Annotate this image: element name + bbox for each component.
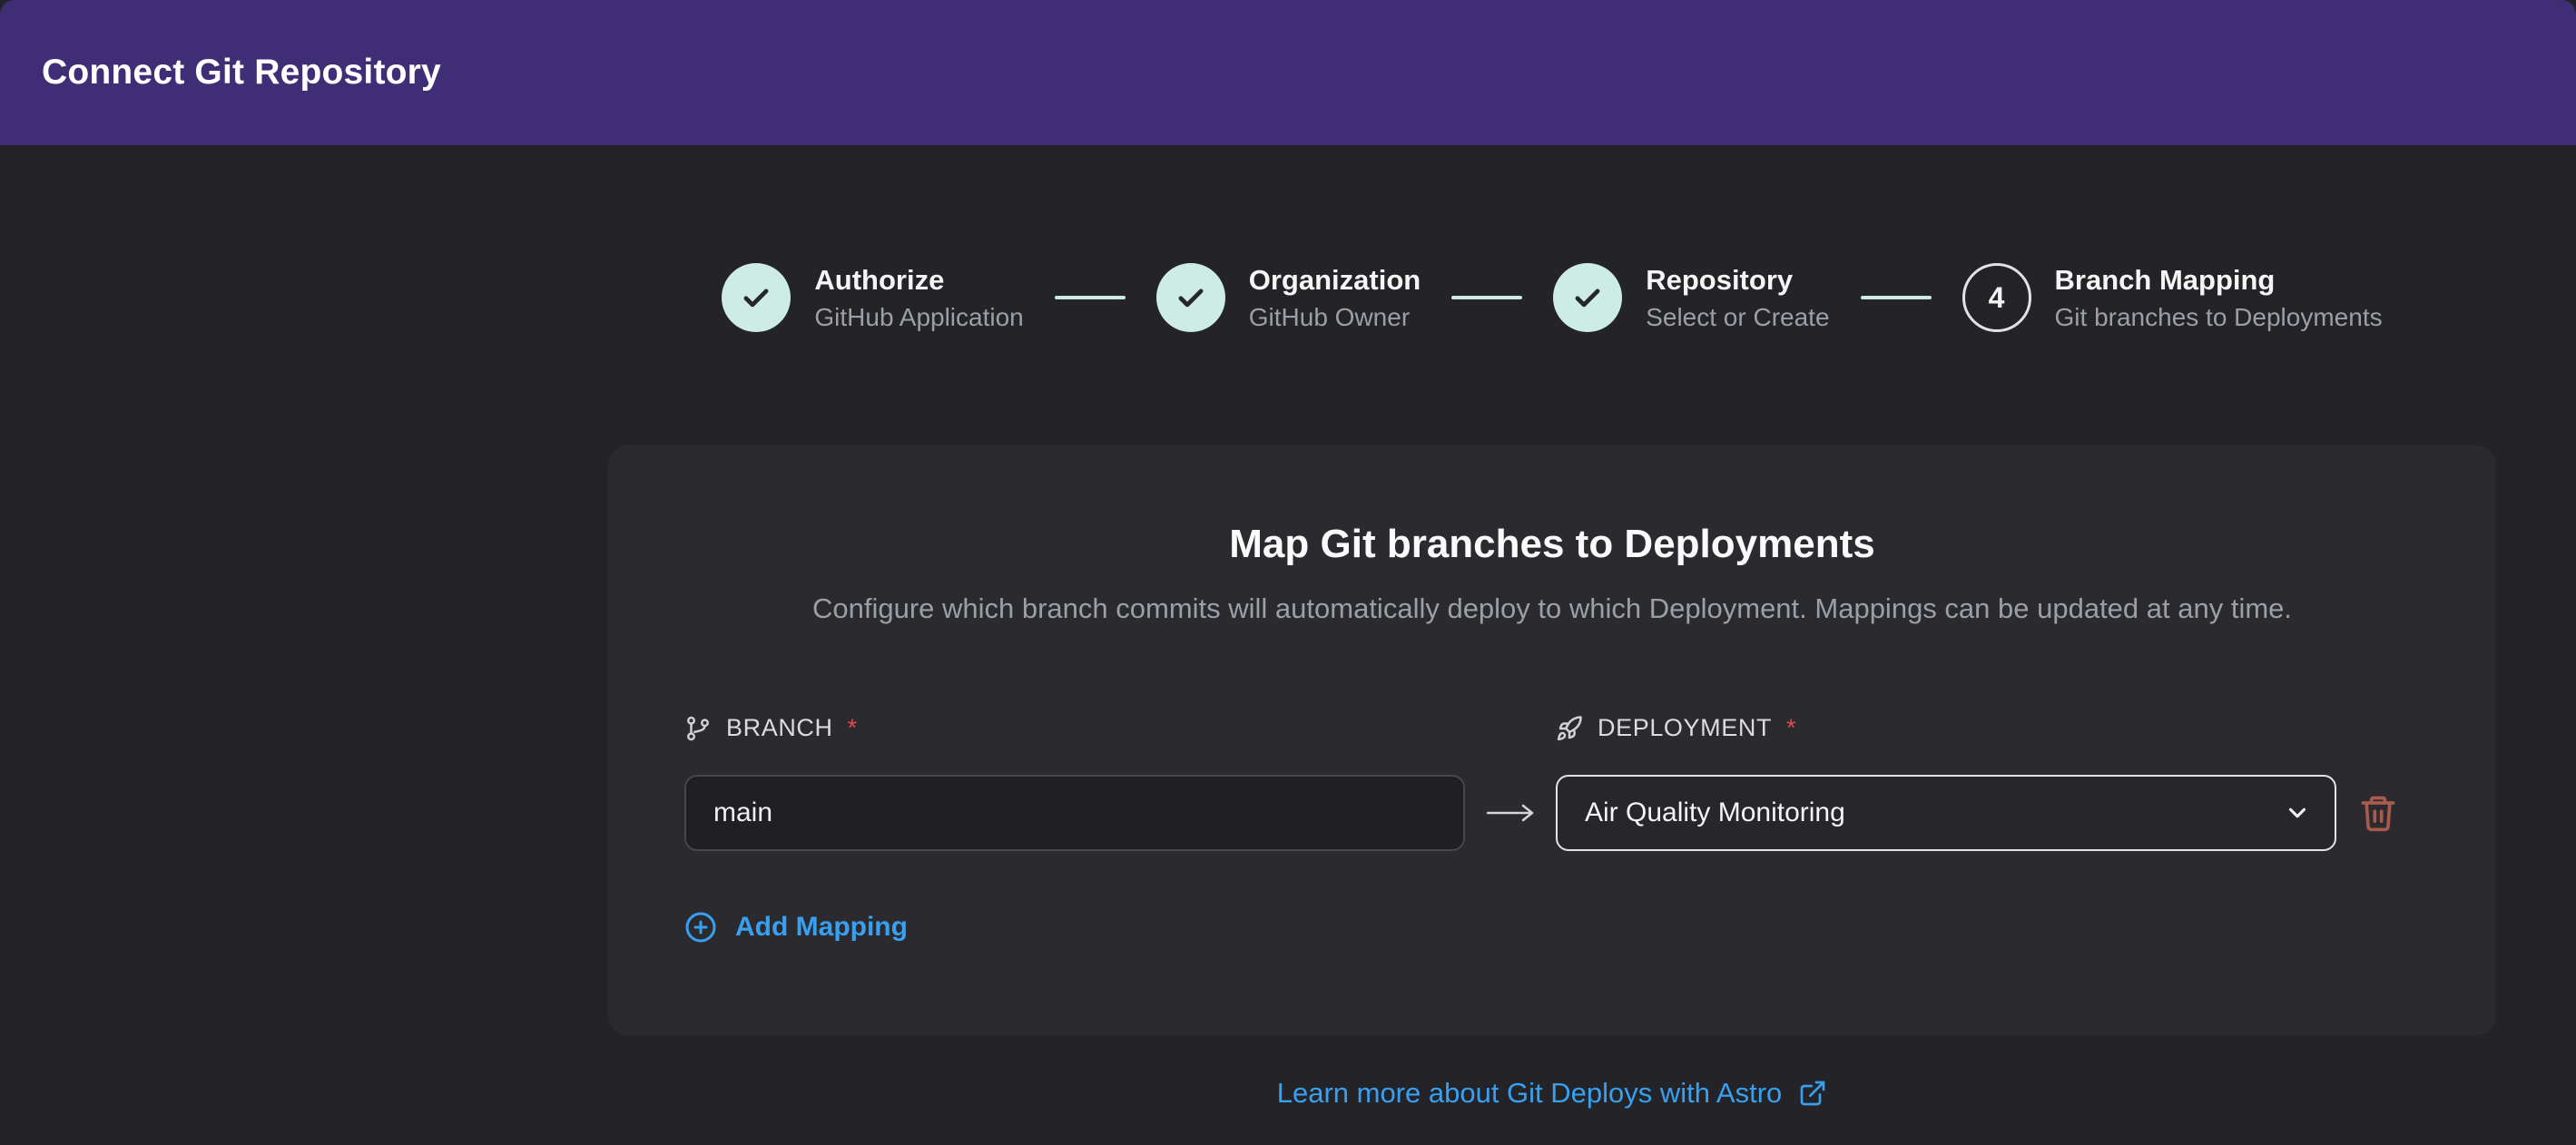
step-branch-mapping: 4 Branch Mapping Git branches to Deploym… [1962, 263, 2383, 332]
deployment-label: DEPLOYMENT * [1556, 714, 2336, 742]
deployment-select[interactable]: Air Quality Monitoring [1556, 775, 2336, 851]
check-icon [739, 280, 773, 315]
page-title: Connect Git Repository [42, 53, 441, 93]
delete-mapping-button[interactable] [2336, 792, 2420, 834]
check-icon [1174, 280, 1208, 315]
step-connector [1861, 296, 1932, 299]
git-branch-icon [684, 715, 712, 742]
step-subtitle: GitHub Owner [1249, 303, 1421, 332]
step-complete-circle [1553, 263, 1622, 332]
step-repository: Repository Select or Create [1553, 263, 1829, 332]
chevron-down-icon [2284, 799, 2311, 827]
step-complete-circle [1156, 263, 1225, 332]
step-title: Organization [1249, 264, 1421, 297]
external-link-icon [1798, 1079, 1827, 1108]
maps-to-arrow-icon [1465, 799, 1556, 827]
branch-mapping-card: Map Git branches to Deployments Configur… [608, 445, 2496, 1035]
check-icon [1570, 280, 1605, 315]
required-marker: * [1786, 714, 1796, 742]
card-subtitle: Configure which branch commits will auto… [684, 592, 2420, 625]
branch-label: BRANCH * [684, 714, 1465, 742]
add-mapping-button[interactable]: Add Mapping [684, 911, 908, 944]
step-subtitle: Select or Create [1646, 303, 1829, 332]
step-title: Repository [1646, 264, 1829, 297]
card-title: Map Git branches to Deployments [684, 522, 2420, 567]
trash-icon [2358, 792, 2398, 834]
step-subtitle: GitHub Application [814, 303, 1023, 332]
dialog-header: Connect Git Repository [0, 0, 2576, 145]
required-marker: * [848, 714, 858, 742]
plus-circle-icon [684, 911, 717, 944]
mapping-row: BRANCH * DEPLOYMENT * [684, 714, 2420, 851]
step-authorize: Authorize GitHub Application [722, 263, 1023, 332]
deployment-select-value: Air Quality Monitoring [1585, 798, 1845, 828]
step-subtitle: Git branches to Deployments [2055, 303, 2383, 332]
dialog-body: Authorize GitHub Application Organizatio… [528, 263, 2576, 1110]
step-title: Branch Mapping [2055, 264, 2383, 297]
step-organization: Organization GitHub Owner [1156, 263, 1421, 332]
step-complete-circle [722, 263, 791, 332]
branch-input[interactable] [684, 775, 1465, 851]
rocket-icon [1556, 715, 1583, 742]
step-current-circle: 4 [1962, 263, 2031, 332]
step-connector [1055, 296, 1126, 299]
step-connector [1451, 296, 1522, 299]
step-title: Authorize [814, 264, 1023, 297]
wizard-stepper: Authorize GitHub Application Organizatio… [528, 263, 2576, 332]
learn-more-link[interactable]: Learn more about Git Deploys with Astro [528, 1077, 2576, 1110]
